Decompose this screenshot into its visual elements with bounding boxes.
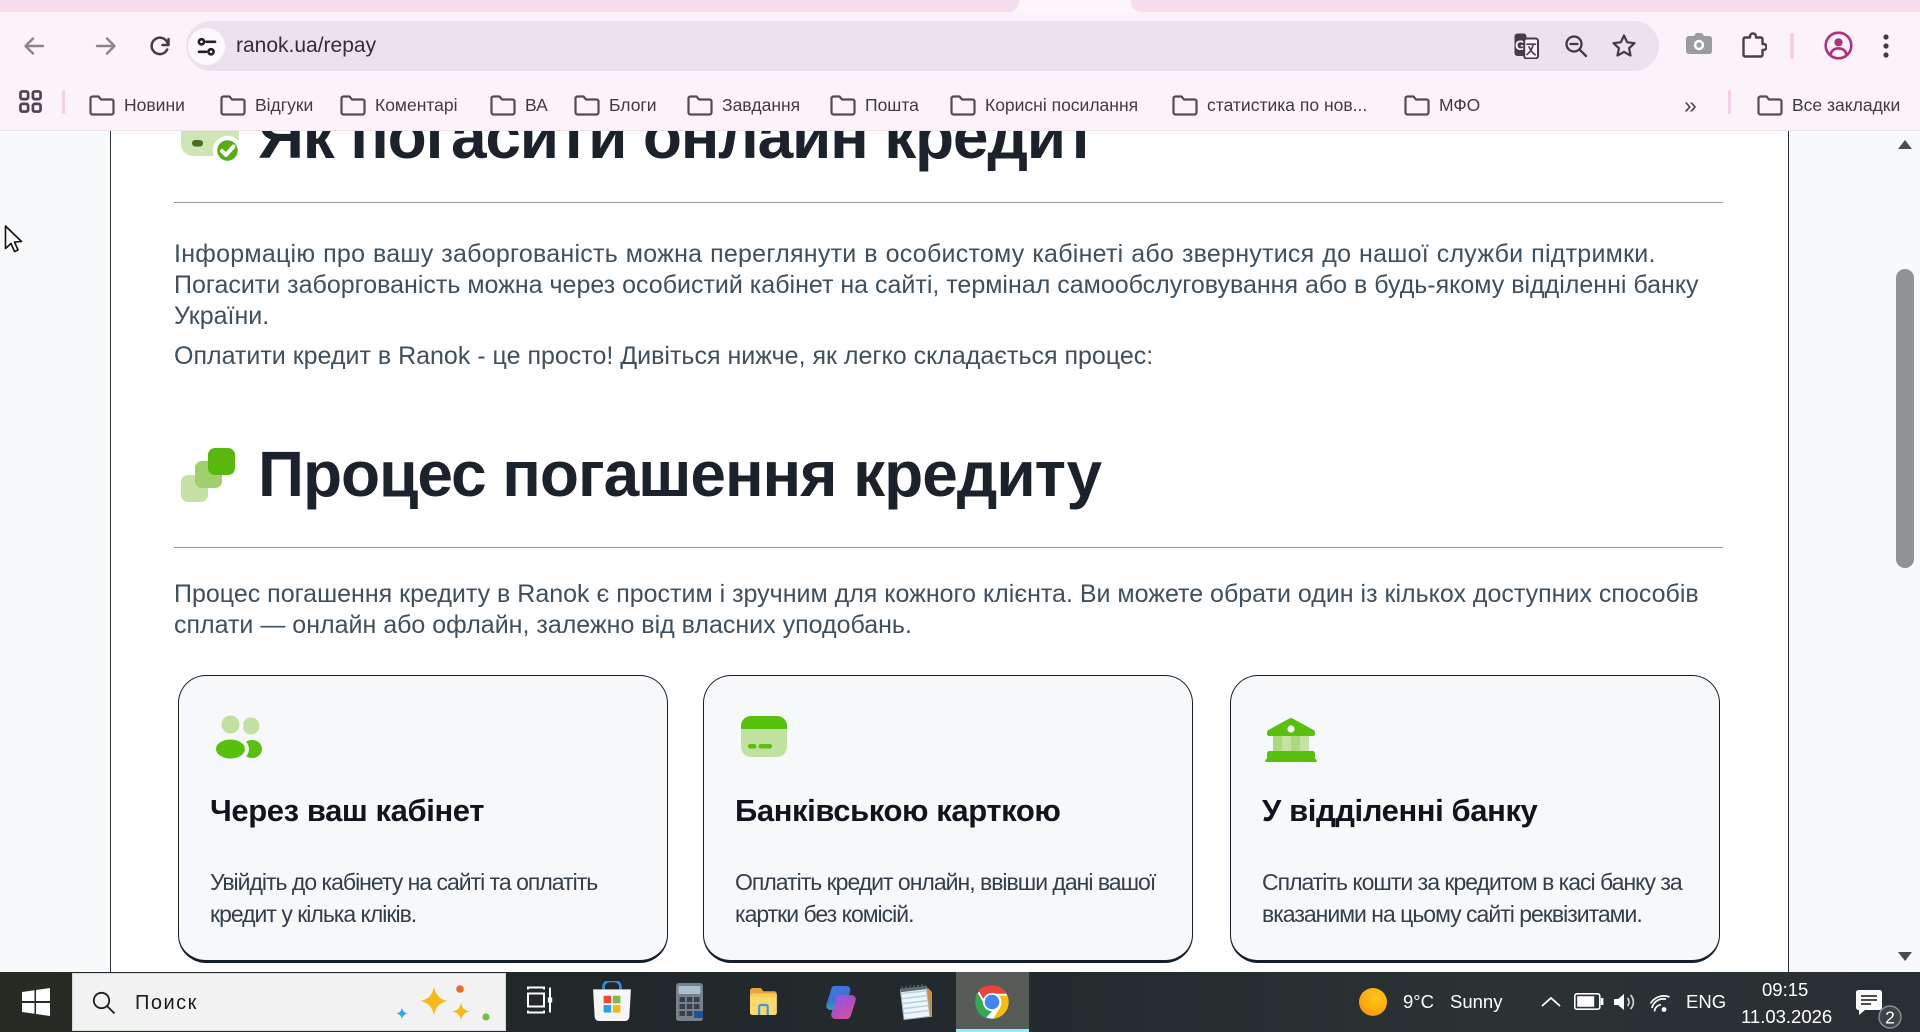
svg-text:2: 2 [1885,1008,1895,1028]
